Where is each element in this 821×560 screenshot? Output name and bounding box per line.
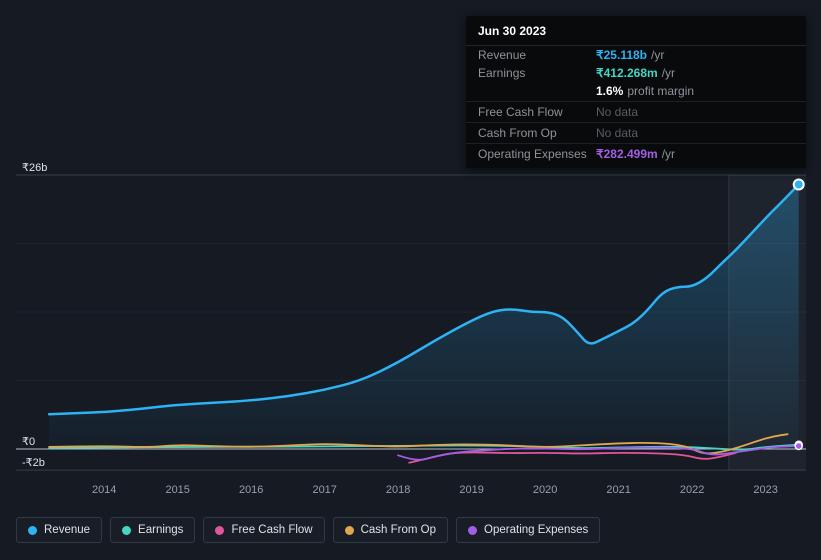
tooltip-row-free-cash-flow: Free Cash Flow No data xyxy=(466,101,806,121)
tooltip-row-operating-expenses: Operating Expenses ₹282.499m/yr xyxy=(466,143,806,163)
earnings-row-label: Earnings xyxy=(478,66,526,80)
revenue-value-suffix: /yr xyxy=(651,48,665,62)
free-cash-flow-color-dot xyxy=(215,525,225,535)
y-axis-label: -₹2b xyxy=(22,457,45,470)
x-axis-label-2017: 2017 xyxy=(312,484,337,496)
x-axis-label-2020: 2020 xyxy=(532,484,558,496)
legend-item-cash-from-op[interactable]: Cash From Op xyxy=(332,517,449,543)
earnings-color-dot xyxy=(122,525,132,535)
opex-row-label: Operating Expenses xyxy=(478,147,587,161)
legend-item-free-cash-flow[interactable]: Free Cash Flow xyxy=(203,517,325,543)
cash-from-op-color-dot xyxy=(344,525,354,535)
tooltip-row-revenue: Revenue ₹25.118b/yr xyxy=(466,46,806,64)
legend-item-operating-expenses[interactable]: Operating Expenses xyxy=(456,517,601,543)
revenue-value: ₹25.118b xyxy=(596,48,648,62)
legend-label-cash-from-op: Cash From Op xyxy=(360,524,437,536)
legend-label-free-cash-flow: Free Cash Flow xyxy=(231,524,313,536)
revenue-row-label: Revenue xyxy=(478,48,527,62)
x-axis-label-2014: 2014 xyxy=(91,484,117,496)
x-axis-label-2018: 2018 xyxy=(385,484,411,496)
revenue-area xyxy=(49,184,799,449)
tooltip-row-profit-margin: 1.6% profit margin xyxy=(466,82,806,100)
x-axis-label-2023: 2023 xyxy=(753,484,778,496)
revenue-color-dot xyxy=(28,525,37,535)
earnings-value-suffix: /yr xyxy=(661,66,676,80)
opex-value: ₹282.499m xyxy=(596,147,658,161)
revenue-end-marker[interactable] xyxy=(792,178,805,191)
fcf-row-label: Free Cash Flow xyxy=(478,105,563,119)
profit-margin-label: profit margin xyxy=(627,84,695,98)
y-axis-label: ₹26b xyxy=(22,162,48,174)
profit-margin-value: 1.6% xyxy=(596,84,624,98)
legend-label-revenue: Revenue xyxy=(44,524,91,536)
x-axis-label-2021: 2021 xyxy=(606,484,631,496)
legend-item-earnings[interactable]: Earnings xyxy=(110,517,196,543)
cash-from-op-row-label: Cash From Op xyxy=(478,126,557,140)
free-cash-flow-line xyxy=(408,451,738,464)
tooltip-row-cash-from-op: Cash From Op No data xyxy=(466,122,806,142)
fcf-value: No data xyxy=(596,105,639,119)
legend-label-operating-expenses: Operating Expenses xyxy=(484,524,589,536)
x-axis-label-2022: 2022 xyxy=(679,484,705,496)
operating-expenses-end-marker[interactable] xyxy=(794,441,803,451)
legend-item-revenue[interactable]: Revenue xyxy=(16,517,103,543)
chart-legend: Revenue Earnings Free Cash Flow Cash Fro… xyxy=(16,517,601,543)
opex-value-suffix: /yr xyxy=(661,147,676,161)
operating-expenses-color-dot xyxy=(468,525,478,535)
x-axis-label-2019: 2019 xyxy=(459,484,484,496)
y-axis-label: ₹0 xyxy=(22,436,36,448)
tooltip-date: Jun 30 2023 xyxy=(466,16,806,46)
financial-chart-panel: Jun 30 2023 Revenue ₹25.118b/yr Earnings… xyxy=(0,0,821,560)
x-axis-label-2016: 2016 xyxy=(238,484,264,496)
legend-label-earnings: Earnings xyxy=(138,524,184,536)
cash-from-op-value: No data xyxy=(596,126,639,140)
tooltip-row-earnings: Earnings ₹412.268m/yr xyxy=(466,64,806,82)
earnings-value: ₹412.268m xyxy=(596,66,658,80)
financial-summary-tooltip: Jun 30 2023 Revenue ₹25.118b/yr Earnings… xyxy=(466,16,806,168)
x-axis-label-2015: 2015 xyxy=(165,484,190,496)
